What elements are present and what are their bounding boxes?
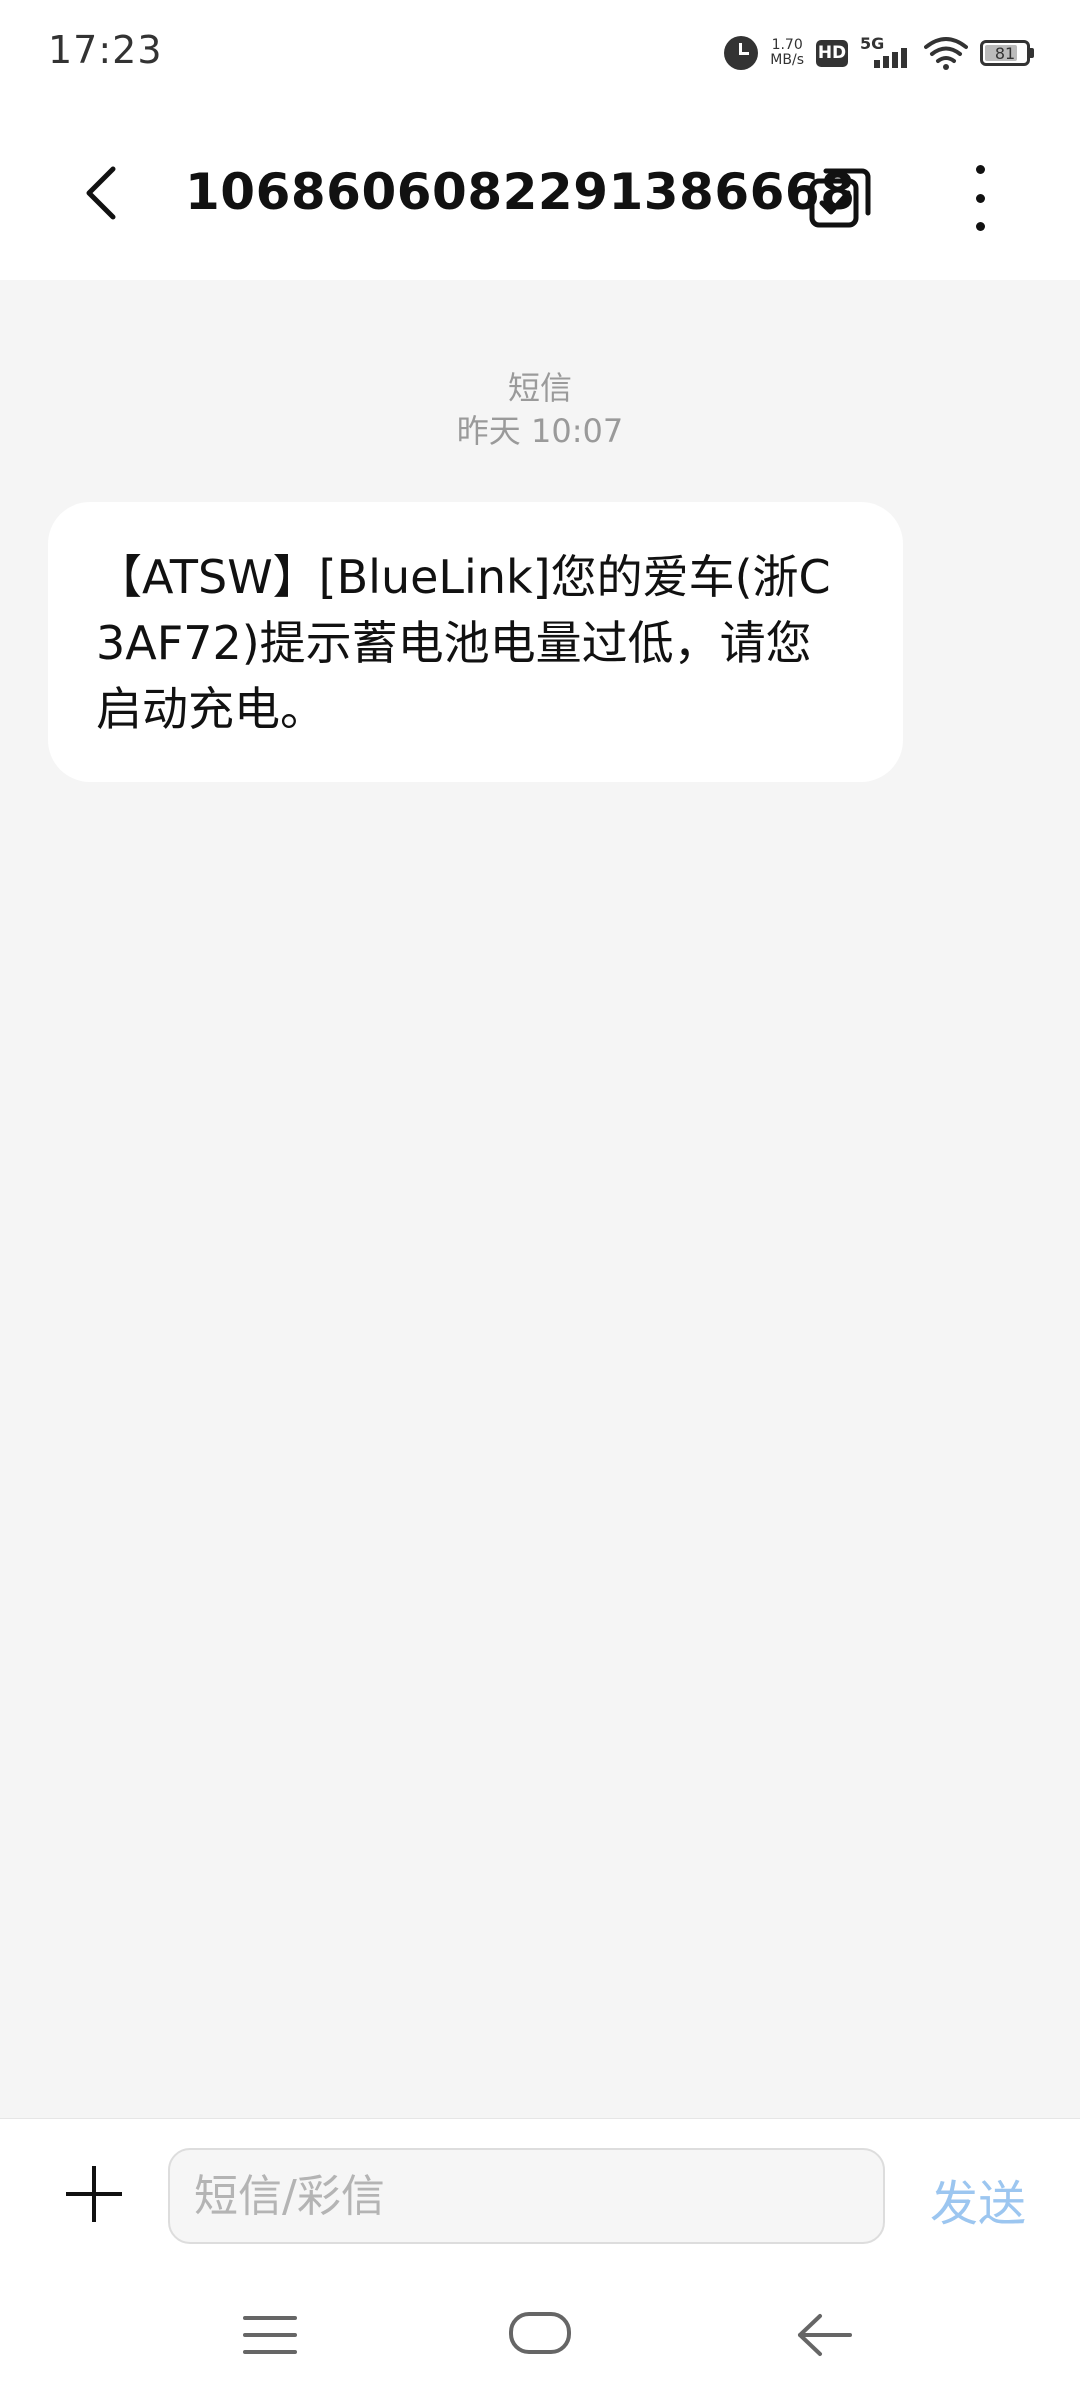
send-button[interactable]: 发送 [930, 2164, 1026, 2234]
alarm-icon [724, 36, 759, 70]
battery-level: 81 [994, 43, 1016, 63]
back-button[interactable] [65, 157, 137, 229]
chevron-left-icon [86, 166, 116, 220]
page-title: 1068606082291386668 [185, 163, 856, 221]
add-attachment-button[interactable] [66, 2166, 122, 2222]
status-bar: 17:23 1.70 MB/s HD 5G 81 [0, 0, 1080, 105]
back-arrow-icon[interactable] [794, 2310, 854, 2360]
menu-icon[interactable] [243, 2316, 297, 2354]
status-icons: 1.70 MB/s HD 5G 81 [724, 30, 1034, 76]
message-timestamp: 昨天 10:07 [456, 412, 624, 450]
signal-icon: 5G [860, 34, 912, 72]
status-time: 17:23 [48, 28, 163, 72]
wifi-icon [924, 37, 968, 70]
network-speed-unit: MB/s [770, 52, 804, 68]
multiselect-button[interactable] [808, 167, 872, 231]
more-options-button[interactable] [955, 165, 1005, 231]
battery-body: 81 [980, 40, 1030, 66]
hd-icon: HD [816, 39, 848, 67]
composer-divider [0, 2118, 1080, 2119]
checkbox-multiselect-icon [809, 168, 871, 228]
message-input[interactable] [168, 2148, 885, 2244]
more-vertical-icon [975, 165, 985, 174]
signal-bars [874, 48, 907, 68]
battery-icon: 81 [980, 40, 1034, 66]
network-speed-value: 1.70 [771, 37, 803, 53]
battery-tip [1030, 48, 1034, 58]
system-nav-bar [0, 2280, 1080, 2400]
network-speed: 1.70 MB/s [770, 38, 804, 68]
message-type-label: 短信 [507, 369, 572, 407]
home-icon[interactable] [509, 2312, 571, 2354]
app-bar: 1068606082291386668 [0, 105, 1080, 280]
message-bubble[interactable]: 【ATSW】[BlueLink]您的爱车(浙C3AF72)提示蓄电池电量过低，请… [48, 502, 903, 782]
